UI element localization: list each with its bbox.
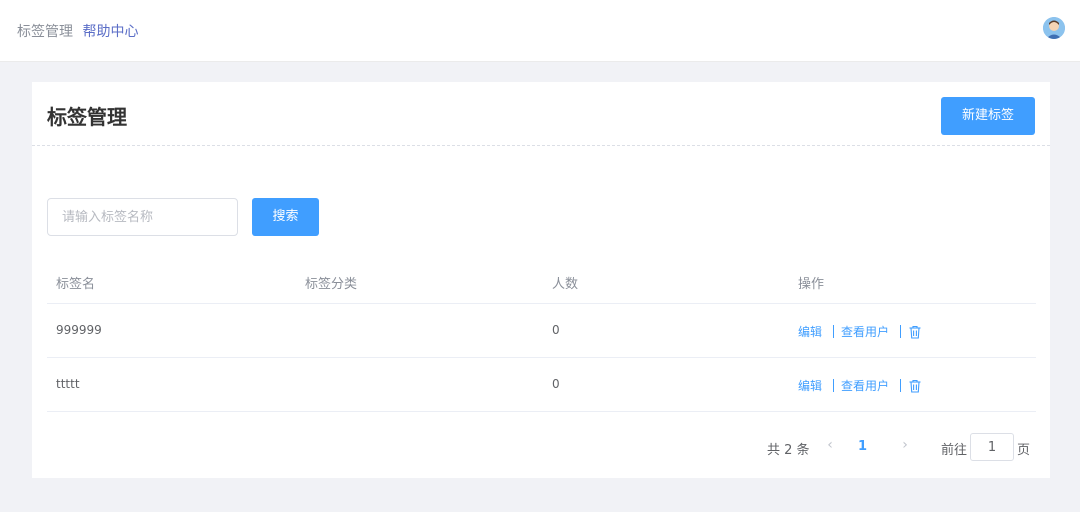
count-cell: 0 bbox=[552, 377, 560, 391]
help-center-link[interactable]: 帮助中心 bbox=[82, 24, 138, 40]
action-divider bbox=[900, 379, 902, 392]
action-divider bbox=[833, 325, 835, 338]
new-tag-button[interactable]: 新建标签 bbox=[941, 97, 1035, 135]
count-cell: 0 bbox=[552, 323, 560, 337]
trash-icon[interactable] bbox=[908, 325, 922, 339]
edit-link[interactable]: 编辑 bbox=[798, 323, 822, 340]
tag-name-cell: ttttt bbox=[56, 377, 80, 391]
table-header-row: 标签名 标签分类 人数 操作 bbox=[47, 258, 1036, 304]
card-header: 标签管理 新建标签 bbox=[32, 82, 1050, 146]
table-row: 999999 0 编辑 查看用户 bbox=[47, 304, 1036, 358]
goto-page-input[interactable] bbox=[970, 433, 1014, 461]
breadcrumb: 标签管理 帮助中心 bbox=[17, 21, 138, 41]
action-divider bbox=[833, 379, 835, 392]
top-bar: 标签管理 帮助中心 bbox=[0, 0, 1080, 62]
actions-cell: 编辑 查看用户 bbox=[798, 323, 922, 340]
column-header-tag-category: 标签分类 bbox=[305, 277, 358, 292]
page-unit-label: 页 bbox=[1017, 443, 1031, 458]
view-users-link[interactable]: 查看用户 bbox=[841, 323, 889, 340]
view-users-link[interactable]: 查看用户 bbox=[841, 377, 889, 394]
goto-label: 前往 bbox=[941, 443, 968, 458]
tag-management-card: 标签管理 新建标签 搜索 标签名 标签分类 人数 操作 999999 0 编辑 … bbox=[32, 82, 1050, 478]
tag-table: 标签名 标签分类 人数 操作 999999 0 编辑 查看用户 ttttt 0 … bbox=[47, 258, 1036, 412]
table-row: ttttt 0 编辑 查看用户 bbox=[47, 358, 1036, 412]
search-button[interactable]: 搜索 bbox=[252, 198, 319, 236]
chevron-left-icon[interactable]: ‹ bbox=[820, 437, 840, 457]
tag-name-search-input[interactable] bbox=[47, 198, 238, 236]
action-divider bbox=[900, 325, 902, 338]
column-header-tag-name: 标签名 bbox=[56, 277, 96, 292]
tag-name-cell: 999999 bbox=[56, 323, 102, 337]
chevron-right-icon[interactable]: › bbox=[895, 437, 915, 457]
pagination-total: 共 2 条 bbox=[767, 443, 810, 458]
user-avatar-icon[interactable] bbox=[1043, 17, 1065, 39]
pagination-page-1[interactable]: 1 bbox=[858, 439, 867, 454]
trash-icon[interactable] bbox=[908, 379, 922, 393]
page-title: 标签管理 bbox=[47, 105, 127, 129]
column-header-count: 人数 bbox=[552, 277, 579, 292]
breadcrumb-current: 标签管理 bbox=[17, 24, 73, 40]
edit-link[interactable]: 编辑 bbox=[798, 377, 822, 394]
actions-cell: 编辑 查看用户 bbox=[798, 377, 922, 394]
column-header-actions: 操作 bbox=[798, 277, 825, 292]
